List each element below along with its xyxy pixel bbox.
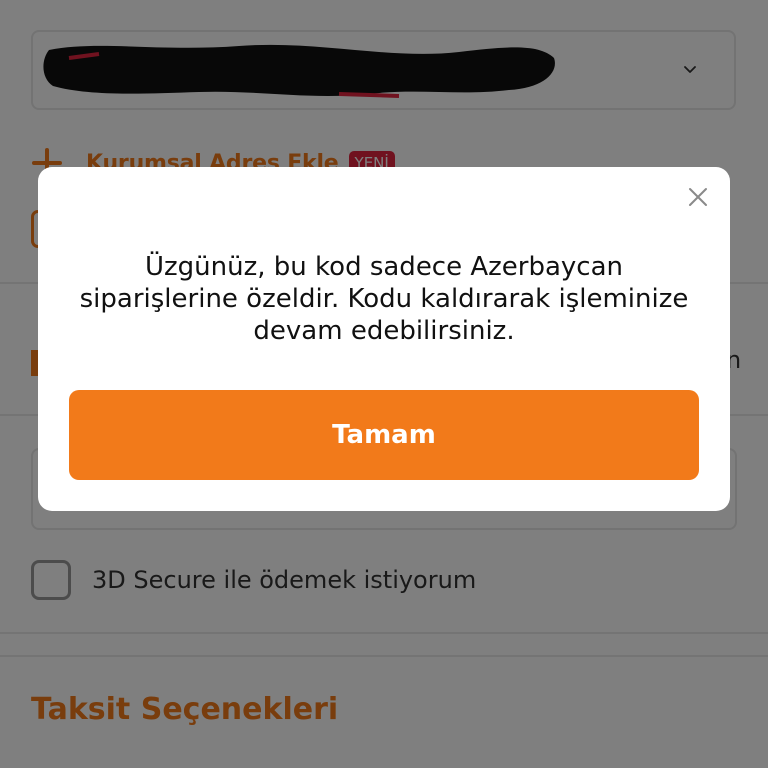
ok-button[interactable]: Tamam	[69, 390, 699, 480]
error-dialog: Üzgünüz, bu kod sadece Azerbaycan sipari…	[38, 167, 730, 511]
dialog-message: Üzgünüz, bu kod sadece Azerbaycan sipari…	[79, 252, 689, 346]
checkout-page: Kurumsal Adres Ekle YENİ n 3D Secure ile…	[0, 0, 768, 768]
close-button[interactable]	[682, 181, 714, 213]
close-icon	[689, 188, 707, 206]
